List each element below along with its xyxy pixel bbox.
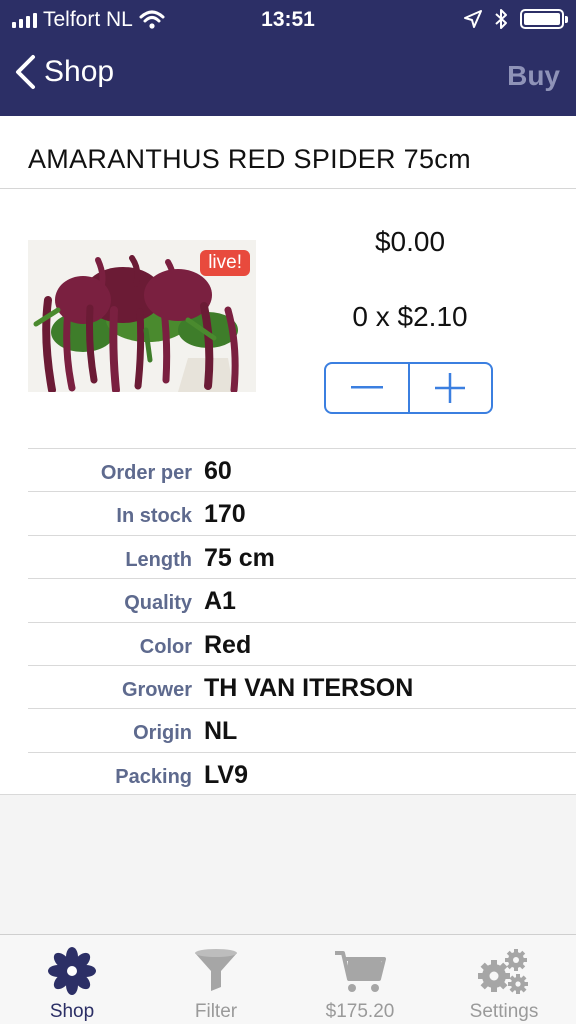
status-bar: Telfort NL 13:51 [0, 0, 576, 40]
detail-row-packing: Packing LV9 [28, 751, 576, 795]
tab-label: Filter [194, 1001, 238, 1022]
product-photo[interactable]: live! [28, 240, 256, 392]
minus-icon [350, 386, 383, 389]
details-table: Order per 60 In stock 170 Length 75 cm Q… [28, 448, 576, 795]
live-badge: live! [200, 250, 250, 276]
detail-value: Red [204, 630, 252, 659]
total-price: $0.00 [374, 226, 446, 257]
decrement-button[interactable] [326, 364, 408, 412]
detail-value: TH VAN ITERSON [204, 673, 414, 702]
detail-row-color: Color Red [28, 621, 576, 665]
detail-label: In stock [116, 505, 192, 528]
unit-price: 0 x $2.10 [352, 301, 468, 332]
detail-row-order-per: Order per 60 [28, 448, 576, 491]
detail-row-grower: Grower TH VAN ITERSON [28, 664, 576, 708]
detail-row-length: Length 75 cm [28, 534, 576, 578]
detail-row-in-stock: In stock 170 [28, 491, 576, 534]
header: Telfort NL 13:51 Shop Buy [0, 0, 576, 116]
tab-filter[interactable]: Filter [144, 935, 288, 1024]
detail-value: 75 cm [204, 543, 275, 572]
back-label: Shop [44, 55, 115, 88]
divider [0, 188, 576, 189]
detail-label: Grower [121, 678, 192, 701]
increment-button[interactable] [407, 364, 492, 412]
tab-label: Settings [469, 1001, 539, 1022]
tab-shop[interactable]: Shop [0, 935, 144, 1024]
detail-label: Color [139, 635, 192, 658]
detail-value: NL [204, 717, 238, 746]
tab-settings[interactable]: Settings [432, 935, 576, 1024]
funnel-icon [188, 943, 244, 999]
detail-label: Length [125, 548, 192, 571]
detail-value: LV9 [204, 760, 248, 789]
flower-icon [44, 943, 100, 999]
detail-label: Order per [100, 462, 192, 484]
detail-row-quality: Quality A1 [28, 578, 576, 621]
detail-value: 60 [204, 457, 232, 485]
tab-label: $175.20 [325, 1001, 395, 1022]
back-button[interactable]: Shop [14, 54, 114, 90]
cart-icon [332, 943, 388, 999]
detail-value: A1 [204, 587, 236, 616]
detail-label: Origin [133, 722, 192, 745]
chevron-left-icon [16, 55, 35, 89]
detail-label: Quality [124, 592, 192, 615]
bluetooth-icon [495, 9, 507, 29]
plus-icon [435, 373, 466, 403]
divider [0, 794, 576, 795]
tab-label: Shop [49, 1001, 95, 1022]
tab-cart[interactable]: $175.20 [288, 935, 432, 1024]
product-title: AMARANTHUS RED SPIDER 75cm [28, 144, 471, 174]
location-arrow-icon [464, 10, 482, 28]
detail-value: 170 [204, 500, 246, 529]
gears-icon [476, 943, 532, 999]
buy-button[interactable]: Buy [507, 60, 560, 92]
nav-bar: Shop Buy [0, 48, 576, 108]
detail-label: Packing [115, 765, 192, 788]
quantity-stepper [324, 362, 493, 414]
battery-icon [520, 9, 568, 29]
tab-bar: Shop Filter $175.20 Settings [0, 934, 576, 1024]
detail-row-origin: Origin NL [28, 708, 576, 751]
product-detail: AMARANTHUS RED SPIDER 75cm live! $0.00 0… [0, 116, 576, 795]
